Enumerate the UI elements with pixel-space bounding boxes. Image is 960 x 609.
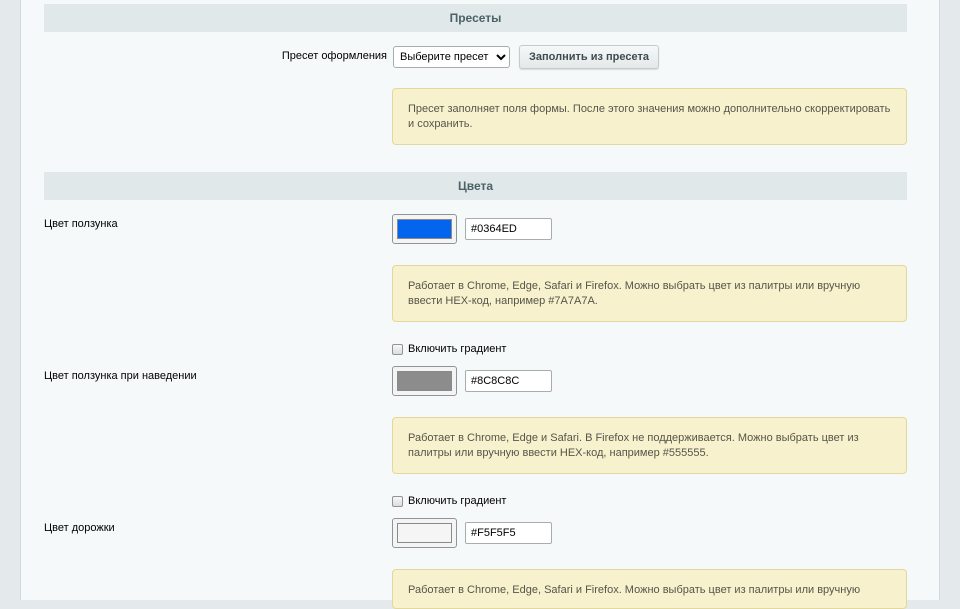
- track-color-hex-input[interactable]: [465, 522, 552, 544]
- thumb-hover-gradient-toggle[interactable]: Включить градиент: [392, 494, 506, 508]
- thumb-gradient-toggle[interactable]: Включить градиент: [392, 342, 506, 356]
- thumb-gradient-checkbox[interactable]: [392, 343, 403, 355]
- preset-note-line2: и сохранить.: [408, 118, 473, 130]
- thumb-color-swatch-fill: [397, 219, 452, 239]
- thumb-color-note-line2: ввести HEX-код, например #7A7A7A.: [408, 295, 598, 307]
- thumb-color-note: Работает в Chrome, Edge, Safari и Firefo…: [392, 265, 907, 322]
- settings-page: Пресеты Пресет оформления Выберите пресе…: [20, 0, 940, 609]
- thumb-color-note-line1: Работает в Chrome, Edge, Safari и Firefo…: [408, 280, 861, 292]
- track-color-swatch-fill: [397, 523, 452, 543]
- thumb-hover-color-swatch-fill: [397, 371, 452, 391]
- thumb-hover-gradient-label: Включить градиент: [408, 495, 507, 507]
- track-color-swatch[interactable]: [392, 518, 457, 548]
- fill-from-preset-button[interactable]: Заполнить из пресета: [519, 45, 659, 69]
- thumb-hover-color-note: Работает в Chrome, Edge и Safari. В Fire…: [392, 417, 907, 474]
- preset-note: Пресет заполняет поля формы. После этого…: [392, 88, 907, 145]
- section-header-presets: Пресеты: [44, 4, 907, 32]
- thumb-hover-gradient-checkbox[interactable]: [392, 495, 403, 507]
- thumb-color-label: Цвет ползунка: [44, 218, 118, 230]
- section-header-colors: Цвета: [44, 172, 907, 200]
- thumb-hover-color-note-line1: Работает в Chrome, Edge и Safari. В Fire…: [408, 432, 859, 444]
- track-color-note-line1: Работает в Chrome, Edge, Safari и Firefo…: [408, 584, 861, 596]
- preset-note-line1: Пресет заполняет поля формы. После этого…: [408, 103, 891, 115]
- thumb-color-hex-input[interactable]: [465, 218, 552, 240]
- thumb-hover-color-label: Цвет ползунка при наведении: [44, 370, 197, 382]
- thumb-color-swatch[interactable]: [392, 214, 457, 244]
- track-color-label: Цвет дорожки: [44, 522, 115, 534]
- thumb-hover-color-note-line2: палитры или вручную ввести HEX-код, напр…: [408, 447, 709, 459]
- thumb-hover-color-swatch[interactable]: [392, 366, 457, 396]
- thumb-gradient-label: Включить градиент: [408, 343, 507, 355]
- track-color-note: Работает в Chrome, Edge, Safari и Firefo…: [392, 569, 907, 609]
- preset-label: Пресет оформления: [281, 50, 387, 62]
- preset-select[interactable]: Выберите пресет: [393, 46, 510, 68]
- thumb-hover-color-hex-input[interactable]: [465, 370, 552, 392]
